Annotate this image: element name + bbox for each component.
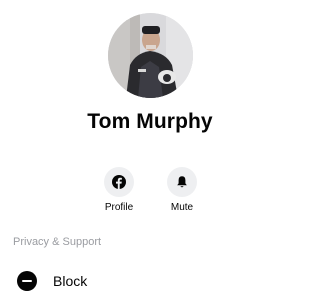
bell-icon [177,176,187,188]
mute-button-circle[interactable] [167,167,197,197]
profile-button[interactable]: Profile [89,167,149,213]
block-icon [17,271,37,291]
block-label: Block [53,273,88,289]
block-row[interactable]: Block [0,266,300,296]
profile-button-circle[interactable] [104,167,134,197]
section-title-privacy-support: Privacy & Support [13,236,102,248]
contact-name: Tom Murphy [87,110,213,133]
mute-label: Mute [170,202,194,213]
facebook-icon [112,175,126,189]
contact-details-screen: Tom Murphy Profile Mute Privacy & Suppor… [0,0,300,300]
profile-label: Profile [104,202,134,213]
avatar-photo [108,13,193,98]
mute-button[interactable]: Mute [152,167,212,213]
avatar[interactable] [108,13,193,98]
